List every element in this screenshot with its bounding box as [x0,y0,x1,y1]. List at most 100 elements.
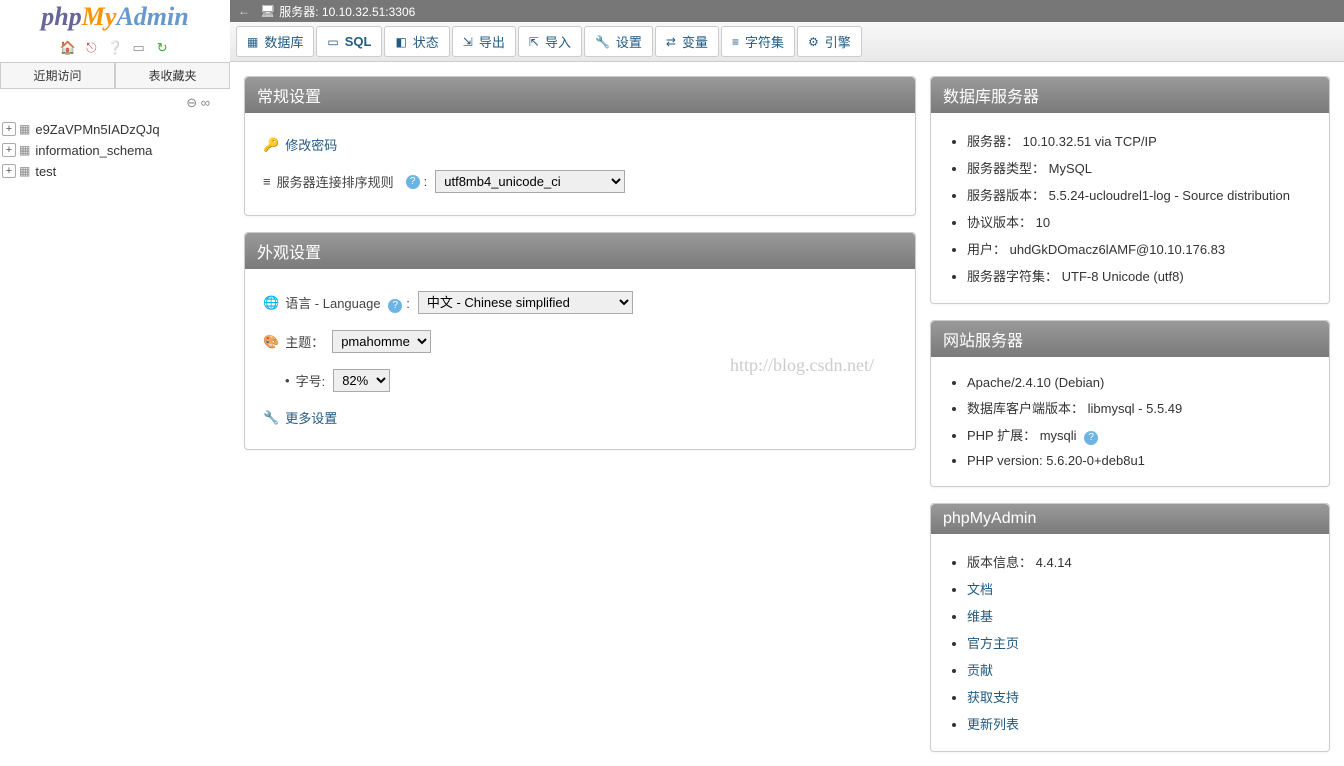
logo[interactable]: phpMyAdmin [0,0,230,36]
general-settings-panel: 常规设置 🔑 修改密码 ≡ 服务器连接排序规则 ?: utf8mb4_unico… [244,76,916,216]
database-icon: ▦ [247,35,258,49]
sidebar: phpMyAdmin 🏠 ⎋ ❔ ▭ ↻ 近期访问 表收藏夹 ⊖ ∞ +▦e9Z… [0,0,230,714]
db-server-panel: 数据库服务器 服务器： 10.10.32.51 via TCP/IP 服务器类型… [930,76,1330,304]
server-icon: 🖥 [260,4,275,18]
language-select[interactable]: 中文 - Chinese simplified [418,291,633,314]
pma-link-updates[interactable]: 更新列表 [967,717,1019,732]
top-menu: ▦数据库 ▭SQL ◧状态 ⇲导出 ⇱导入 🔧设置 ⇄变量 ≡字符集 ⚙引擎 [230,22,1344,62]
panel-title: phpMyAdmin [931,504,1329,534]
web-server-panel: 网站服务器 Apache/2.4.10 (Debian) 数据库客户端版本： l… [930,320,1330,487]
expand-icon[interactable]: + [2,164,16,178]
collation-select[interactable]: utf8mb4_unicode_ci [435,170,625,193]
list-item: 用户： uhdGkDOmacz6lAMF@10.10.176.83 [967,235,1311,262]
list-item: 文档 [967,575,1311,602]
database-icon: ▦ [19,143,30,157]
import-icon: ⇱ [529,35,539,49]
collapse-sidebar-icon[interactable]: ← [238,4,250,18]
charset-icon: ≡ [732,35,739,49]
help-icon[interactable]: ? [1084,431,1098,445]
tab-charsets[interactable]: ≡字符集 [721,26,795,57]
pma-link-home[interactable]: 官方主页 [967,636,1019,651]
list-item: 贡献 [967,656,1311,683]
home-icon[interactable]: 🏠 [60,40,76,56]
tab-recent[interactable]: 近期访问 [0,62,115,88]
pma-panel: phpMyAdmin 版本信息： 4.4.14 文档 维基 官方主页 贡献 获取… [930,503,1330,752]
tab-import[interactable]: ⇱导入 [518,26,582,57]
docs-icon[interactable]: ❔ [107,40,123,56]
panel-title: 网站服务器 [931,321,1329,357]
pma-link-support[interactable]: 获取支持 [967,690,1019,705]
lang-icon: 🌐 [263,295,279,311]
list-item: 数据库客户端版本： libmysql - 5.5.49 [967,394,1311,421]
main-area: ← 🖥 服务器: 10.10.32.51:3306 ▦数据库 ▭SQL ◧状态 … [230,0,1344,714]
fontsize-label: 字号: [296,371,326,390]
fontsize-select[interactable]: 82% [333,369,390,392]
database-icon: ▦ [19,164,30,178]
panel-title: 数据库服务器 [931,77,1329,113]
logo-php: php [41,2,81,31]
list-item: 官方主页 [967,629,1311,656]
list-item: 服务器类型： MySQL [967,154,1311,181]
server-label: 服务器: 10.10.32.51:3306 [279,3,415,20]
collation-label: 服务器连接排序规则 [277,172,394,191]
list-icon: ≡ [263,174,271,189]
var-icon: ⇄ [666,35,676,49]
export-icon: ⇲ [463,35,473,49]
expand-icon[interactable]: + [2,143,16,157]
db-server-list: 服务器： 10.10.32.51 via TCP/IP 服务器类型： MySQL… [949,127,1311,289]
db-item[interactable]: +▦information_schema [2,140,230,161]
list-item: 服务器字符集： UTF-8 Unicode (utf8) [967,262,1311,289]
tree-toggle[interactable]: ⊖ ∞ [0,89,230,115]
tab-databases[interactable]: ▦数据库 [236,26,314,57]
panel-title: 常规设置 [245,77,915,113]
tab-engines[interactable]: ⚙引擎 [797,26,862,57]
list-item: 维基 [967,602,1311,629]
tab-status[interactable]: ◧状态 [384,26,449,57]
list-item: PHP version: 5.6.20-0+deb8u1 [967,449,1311,472]
status-icon: ◧ [395,35,406,49]
sidebar-quick-icons: 🏠 ⎋ ❔ ▭ ↻ [0,36,230,62]
list-item: 版本信息： 4.4.14 [967,548,1311,575]
database-tree: +▦e9ZaVPMn5IADzQJq +▦information_schema … [0,115,230,182]
help-icon[interactable]: ? [406,175,420,189]
sql-icon[interactable]: ▭ [131,40,147,56]
language-label: 语言 - Language [285,296,380,311]
db-item[interactable]: +▦e9ZaVPMn5IADzQJq [2,119,230,140]
appearance-settings-panel: 外观设置 🌐 语言 - Language ?: 中文 - Chinese sim… [244,232,916,450]
content: 常规设置 🔑 修改密码 ≡ 服务器连接排序规则 ?: utf8mb4_unico… [230,62,1344,766]
help-icon[interactable]: ? [388,299,402,313]
expand-icon[interactable]: + [2,122,16,136]
panel-title: 外观设置 [245,233,915,269]
theme-select[interactable]: pmahomme [332,330,431,353]
sql-icon: ▭ [327,35,338,49]
tab-export[interactable]: ⇲导出 [452,26,516,57]
lock-icon: 🔑 [263,137,279,153]
pma-link-contrib[interactable]: 贡献 [967,663,993,678]
list-item: 协议版本： 10 [967,208,1311,235]
list-item: Apache/2.4.10 (Debian) [967,371,1311,394]
list-item: 服务器版本： 5.5.24-ucloudrel1-log - Source di… [967,181,1311,208]
db-item[interactable]: +▦test [2,161,230,182]
gear-icon: 🔧 [595,35,610,49]
server-bar: ← 🖥 服务器: 10.10.32.51:3306 [230,0,1344,22]
logout-icon[interactable]: ⎋ [83,40,99,56]
tab-variables[interactable]: ⇄变量 [655,26,719,57]
tab-settings[interactable]: 🔧设置 [584,26,653,57]
change-password-link[interactable]: 修改密码 [285,135,337,154]
pma-link-docs[interactable]: 文档 [967,582,993,597]
list-item: 更新列表 [967,710,1311,737]
pma-list: 版本信息： 4.4.14 文档 维基 官方主页 贡献 获取支持 更新列表 [949,548,1311,737]
tab-sql[interactable]: ▭SQL [316,26,382,57]
more-settings-link[interactable]: 更多设置 [285,408,337,427]
list-item: PHP 扩展： mysqli ? [967,421,1311,449]
tab-favorites[interactable]: 表收藏夹 [115,62,230,88]
web-server-list: Apache/2.4.10 (Debian) 数据库客户端版本： libmysq… [949,371,1311,472]
pma-link-wiki[interactable]: 维基 [967,609,993,624]
sidebar-tabs: 近期访问 表收藏夹 [0,62,230,89]
theme-label: 主题： [285,332,324,351]
logo-admin: Admin [116,2,188,31]
reload-icon[interactable]: ↻ [154,40,170,56]
left-column: 常规设置 🔑 修改密码 ≡ 服务器连接排序规则 ?: utf8mb4_unico… [244,76,916,450]
wrench-icon: 🔧 [263,410,279,426]
database-icon: ▦ [19,122,30,136]
